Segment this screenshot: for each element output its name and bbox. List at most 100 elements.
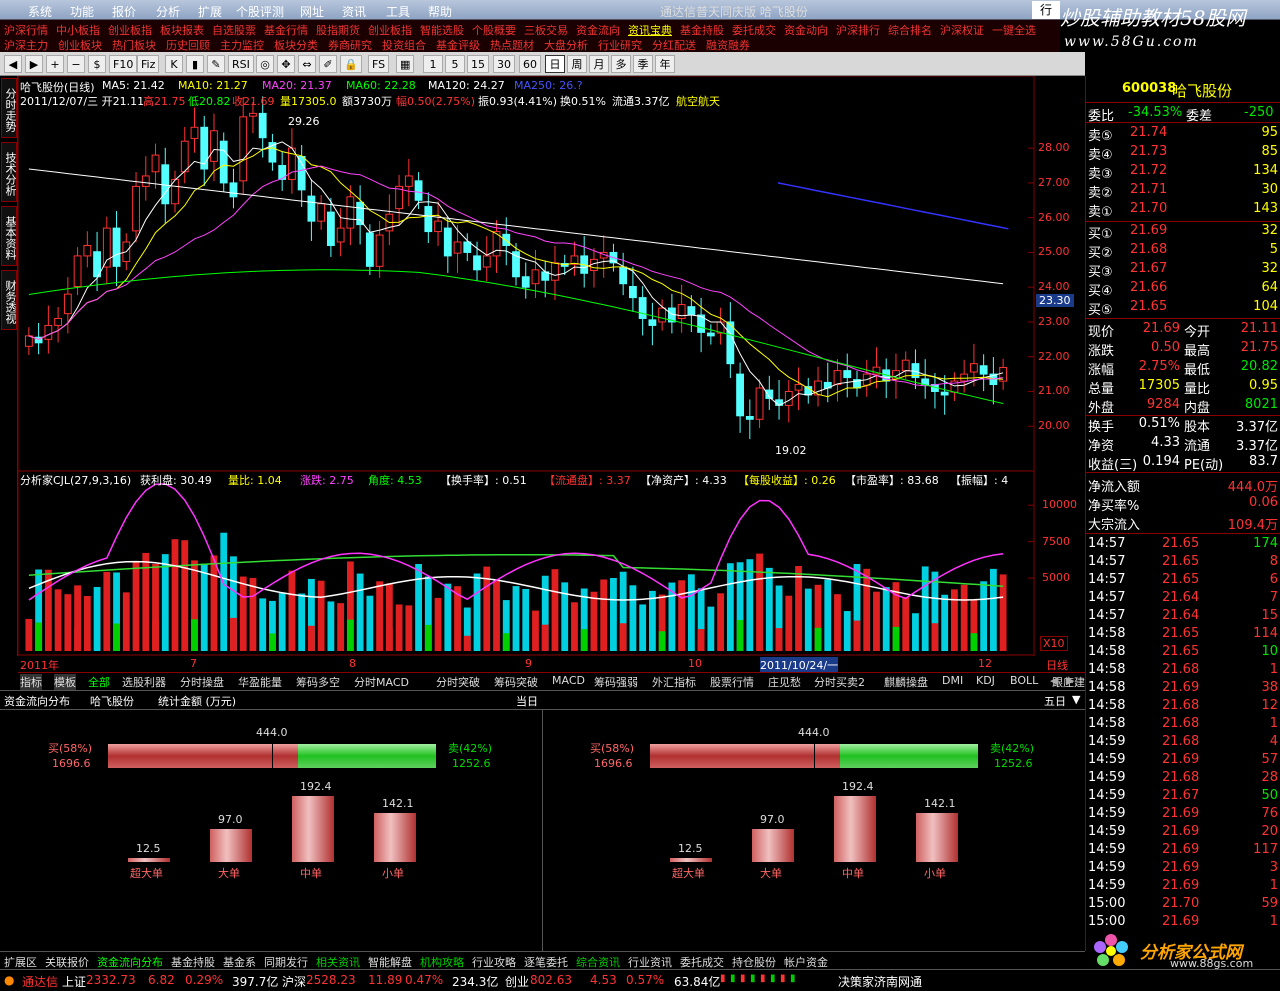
- extension-tab[interactable]: 同期发行: [264, 954, 308, 970]
- quick-link[interactable]: 沪深排行: [836, 22, 880, 38]
- quick-link[interactable]: 板块分类: [274, 37, 318, 53]
- menu-item[interactable]: 分析: [156, 3, 180, 20]
- kdj-icon[interactable]: K: [165, 55, 183, 73]
- period-button[interactable]: 1: [423, 55, 443, 73]
- menu-item[interactable]: 个股评测: [236, 3, 284, 20]
- extension-tab[interactable]: 逐笔委托: [524, 954, 568, 970]
- indicator-tab[interactable]: 外汇指标: [652, 674, 696, 690]
- quick-link[interactable]: 热点题材: [490, 37, 534, 53]
- draw-icon[interactable]: ✎: [207, 55, 225, 73]
- quick-link[interactable]: 大盘分析: [544, 37, 588, 53]
- quick-link[interactable]: 资讯宝典: [628, 22, 672, 38]
- extension-tab[interactable]: 综合资讯: [576, 954, 620, 970]
- indicator-tab[interactable]: 分时买卖2: [814, 674, 865, 690]
- quick-link[interactable]: 沪深行情: [4, 22, 48, 38]
- quick-link[interactable]: 智能选股: [420, 22, 464, 38]
- quick-link[interactable]: 资金动向: [784, 22, 828, 38]
- indicator-tab[interactable]: DMI: [942, 674, 963, 687]
- menu-item[interactable]: 报价: [112, 3, 136, 20]
- quick-link[interactable]: 创业板指: [108, 22, 152, 38]
- indicator-tab[interactable]: 分时操盘: [180, 674, 224, 690]
- period-button[interactable]: 月: [589, 55, 609, 73]
- indicator-tab[interactable]: MACD: [552, 674, 585, 687]
- zoom-out-icon[interactable]: −: [67, 55, 85, 73]
- lock-icon[interactable]: 🔒: [340, 55, 362, 73]
- zoom-in-icon[interactable]: +: [46, 55, 64, 73]
- left-tab[interactable]: 分时走势: [1, 78, 17, 138]
- menu-item[interactable]: 资讯: [342, 3, 366, 20]
- quick-link[interactable]: 创业板指: [368, 22, 412, 38]
- kline-chart[interactable]: [18, 76, 1035, 656]
- extension-tab[interactable]: 行业攻略: [472, 954, 516, 970]
- indicator-tab[interactable]: 华盈能量: [238, 674, 282, 690]
- indicator-tab[interactable]: 全部: [88, 674, 110, 690]
- f10-icon[interactable]: F10: [109, 55, 138, 73]
- quick-link[interactable]: 综合排名: [888, 22, 932, 38]
- quick-link[interactable]: 创业板块: [58, 37, 102, 53]
- indicator-tab[interactable]: 庄见愁: [768, 674, 801, 690]
- move-icon[interactable]: ✥: [277, 55, 295, 73]
- quick-link[interactable]: 投资组合: [382, 37, 426, 53]
- period-button[interactable]: 5: [445, 55, 465, 73]
- quick-link[interactable]: 热门板块: [112, 37, 156, 53]
- quick-link[interactable]: 一键全选: [992, 22, 1036, 38]
- quick-link[interactable]: 沪深权证: [940, 22, 984, 38]
- extension-tab[interactable]: 委托成交: [680, 954, 724, 970]
- grid-icon[interactable]: ▦: [396, 55, 415, 73]
- indicator-tab[interactable]: 选股利器: [122, 674, 166, 690]
- corner-tag[interactable]: 行: [1032, 1, 1060, 19]
- period-button[interactable]: 30: [493, 55, 515, 73]
- menu-item[interactable]: 系统: [28, 3, 52, 20]
- left-tab[interactable]: 财务透视: [1, 270, 17, 330]
- brush-icon[interactable]: ✐: [319, 55, 337, 73]
- menu-item[interactable]: 扩展: [198, 3, 222, 20]
- quick-link[interactable]: 自选股票: [212, 22, 256, 38]
- period-button[interactable]: 多: [611, 55, 631, 73]
- menu-item[interactable]: 功能: [70, 3, 94, 20]
- quick-link[interactable]: 委托成交: [732, 22, 776, 38]
- tab-scroll-right[interactable]: ▶: [1066, 674, 1074, 687]
- quick-link[interactable]: 基金行情: [264, 22, 308, 38]
- period-button[interactable]: 日: [545, 55, 565, 73]
- indicator-tab[interactable]: 股票行情: [710, 674, 754, 690]
- indicator-tab[interactable]: KDJ: [976, 674, 995, 687]
- fund-icon[interactable]: $: [88, 55, 106, 73]
- quick-link[interactable]: 资金流向: [576, 22, 620, 38]
- extension-tab[interactable]: 资金流向分布: [97, 954, 163, 970]
- vol-icon[interactable]: ▮: [186, 55, 204, 73]
- indicator-tab[interactable]: BOLL: [1010, 674, 1038, 687]
- quick-link[interactable]: 券商研究: [328, 37, 372, 53]
- extension-tab[interactable]: 相关资讯: [316, 954, 360, 970]
- quick-link[interactable]: 基金持股: [680, 22, 724, 38]
- forward-icon[interactable]: ▶: [25, 55, 43, 73]
- fiz-icon[interactable]: Fiz: [137, 55, 160, 73]
- indicator-tab[interactable]: 筹码强弱: [594, 674, 638, 690]
- period-button[interactable]: 季: [633, 55, 653, 73]
- quick-link[interactable]: 历史回顾: [166, 37, 210, 53]
- extension-tab[interactable]: 机构攻略: [420, 954, 464, 970]
- menu-item[interactable]: 帮助: [428, 3, 452, 20]
- quick-link[interactable]: 融资融券: [706, 37, 750, 53]
- extension-tab[interactable]: 智能解盘: [368, 954, 412, 970]
- left-tab[interactable]: 基本资料: [1, 206, 17, 266]
- period-button[interactable]: 年: [655, 55, 675, 73]
- quick-link[interactable]: 行业研究: [598, 37, 642, 53]
- indicator-tab[interactable]: 指标: [20, 674, 42, 690]
- indicator-tab[interactable]: 麒麟操盘: [884, 674, 928, 690]
- extension-tab[interactable]: 基金持股: [171, 954, 215, 970]
- left-tab[interactable]: 技术分析: [1, 142, 17, 202]
- period-button[interactable]: 周: [567, 55, 587, 73]
- target-icon[interactable]: ◎: [256, 55, 274, 73]
- period-button[interactable]: 60: [519, 55, 541, 73]
- pan-icon[interactable]: ⇔: [298, 55, 316, 73]
- extension-tab[interactable]: 持仓股份: [732, 954, 776, 970]
- indicator-tab[interactable]: 模板: [54, 674, 76, 690]
- quick-link[interactable]: 主力监控: [220, 37, 264, 53]
- indicator-tab[interactable]: 分时突破: [436, 674, 480, 690]
- extension-tab[interactable]: 关联报价: [45, 954, 89, 970]
- extension-tab[interactable]: 扩展区: [4, 954, 37, 970]
- rsi-icon[interactable]: RSI: [228, 55, 254, 73]
- quick-link[interactable]: 分红配送: [652, 37, 696, 53]
- menu-item[interactable]: 网址: [300, 3, 324, 20]
- quick-link[interactable]: 股指期货: [316, 22, 360, 38]
